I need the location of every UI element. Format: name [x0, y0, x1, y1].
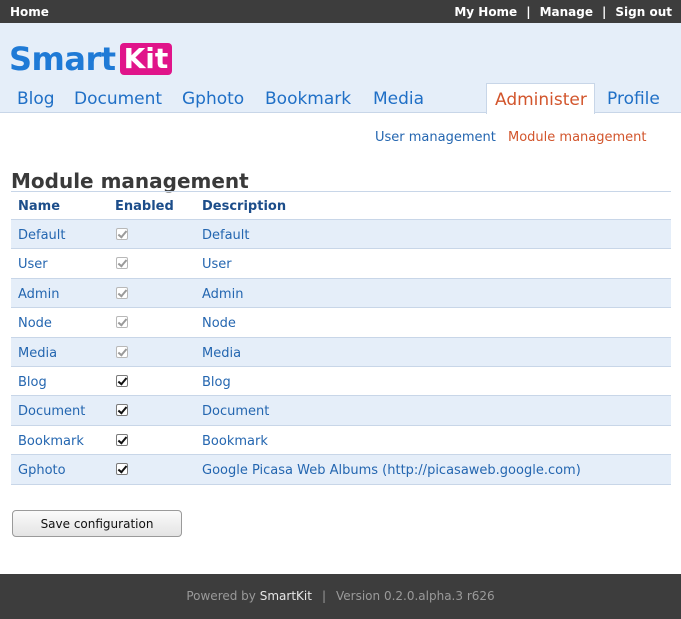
enabled-checkbox[interactable]: [116, 433, 128, 446]
module-name: Bookmark: [18, 433, 84, 449]
table-header: Name Enabled Description: [11, 192, 671, 220]
module-name: User: [18, 257, 48, 273]
nav-item-gphoto[interactable]: Gphoto: [182, 89, 244, 109]
home-link[interactable]: Home: [10, 5, 49, 19]
logo-smart-text: Smart: [9, 40, 116, 78]
module-description: Bookmark: [202, 433, 268, 449]
my-home-link[interactable]: My Home: [454, 5, 517, 19]
table-row: Default Default: [11, 220, 671, 250]
save-configuration-button[interactable]: Save configuration: [12, 510, 182, 537]
enabled-checkbox[interactable]: [116, 404, 128, 417]
table-row: Node Node: [11, 308, 671, 338]
column-header-description: Description: [202, 199, 287, 214]
enabled-checkbox: [116, 257, 128, 270]
footer-brand-link[interactable]: SmartKit: [260, 589, 312, 603]
table-row: Gphoto Google Picasa Web Albums (http://…: [11, 455, 671, 485]
nav-item-document[interactable]: Document: [74, 89, 162, 109]
module-table: Name Enabled Description Default Default…: [11, 192, 671, 485]
module-name: Media: [18, 345, 58, 361]
table-row: Admin Admin: [11, 278, 671, 309]
module-management-link[interactable]: Module management: [508, 130, 647, 145]
smartkit-logo[interactable]: Smart Kit: [9, 40, 173, 78]
module-description: Document: [202, 404, 270, 420]
site-header: Smart Kit Blog Document Gphoto Bookmark …: [0, 23, 681, 114]
table-row: Media Media: [11, 337, 671, 367]
module-description: Media: [202, 345, 242, 361]
module-name: Admin: [18, 286, 60, 302]
top-separator: |: [602, 5, 607, 19]
module-name: Default: [18, 228, 66, 243]
module-description: Google Picasa Web Albums (http://picasaw…: [202, 463, 581, 479]
top-bar: Home My Home | Manage | Sign out: [0, 0, 681, 23]
page-title: Module management: [11, 169, 249, 193]
module-name: Blog: [18, 374, 47, 390]
module-name: Document: [18, 404, 86, 420]
enabled-checkbox[interactable]: [116, 463, 128, 476]
manage-link[interactable]: Manage: [540, 5, 593, 19]
main-nav: Blog Document Gphoto Bookmark Media Admi…: [0, 83, 681, 114]
module-name: Node: [18, 316, 52, 332]
table-row: Document Document: [11, 396, 671, 426]
sign-out-link[interactable]: Sign out: [615, 5, 672, 19]
nav-item-media[interactable]: Media: [373, 89, 424, 109]
enabled-checkbox: [116, 228, 128, 240]
footer-text: Powered by SmartKit | Version 0.2.0.alpha.…: [0, 589, 681, 603]
version-text: Version 0.2.0.alpha.3 r626: [336, 589, 495, 603]
powered-by-text: Powered by: [186, 589, 256, 603]
module-description: Blog: [202, 374, 231, 390]
table-row: Blog Blog: [11, 367, 671, 397]
nav-item-bookmark[interactable]: Bookmark: [265, 89, 351, 109]
site-footer: Powered by SmartKit | Version 0.2.0.alpha.…: [0, 574, 681, 619]
table-row: User User: [11, 249, 671, 279]
module-description: User: [202, 257, 232, 273]
top-separator: |: [526, 5, 531, 19]
enabled-checkbox: [116, 286, 128, 299]
module-name: Gphoto: [18, 463, 66, 479]
column-header-enabled: Enabled: [115, 199, 174, 214]
enabled-checkbox: [116, 345, 128, 358]
table-row: Bookmark Bookmark: [11, 426, 671, 456]
enabled-checkbox[interactable]: [116, 374, 128, 387]
nav-item-administer-label: Administer: [495, 90, 587, 110]
nav-item-administer[interactable]: Administer: [486, 83, 595, 114]
module-description: Default: [202, 228, 250, 243]
logo-kit-badge: Kit: [119, 43, 173, 75]
module-description: Node: [202, 316, 236, 332]
nav-item-profile[interactable]: Profile: [607, 89, 660, 109]
module-description: Admin: [202, 286, 244, 302]
nav-item-blog[interactable]: Blog: [17, 89, 55, 109]
column-header-name: Name: [18, 199, 61, 214]
top-bar-links: My Home | Manage | Sign out: [454, 5, 672, 19]
enabled-checkbox: [116, 316, 128, 329]
footer-separator: |: [321, 589, 326, 603]
user-management-link[interactable]: User management: [375, 130, 496, 145]
